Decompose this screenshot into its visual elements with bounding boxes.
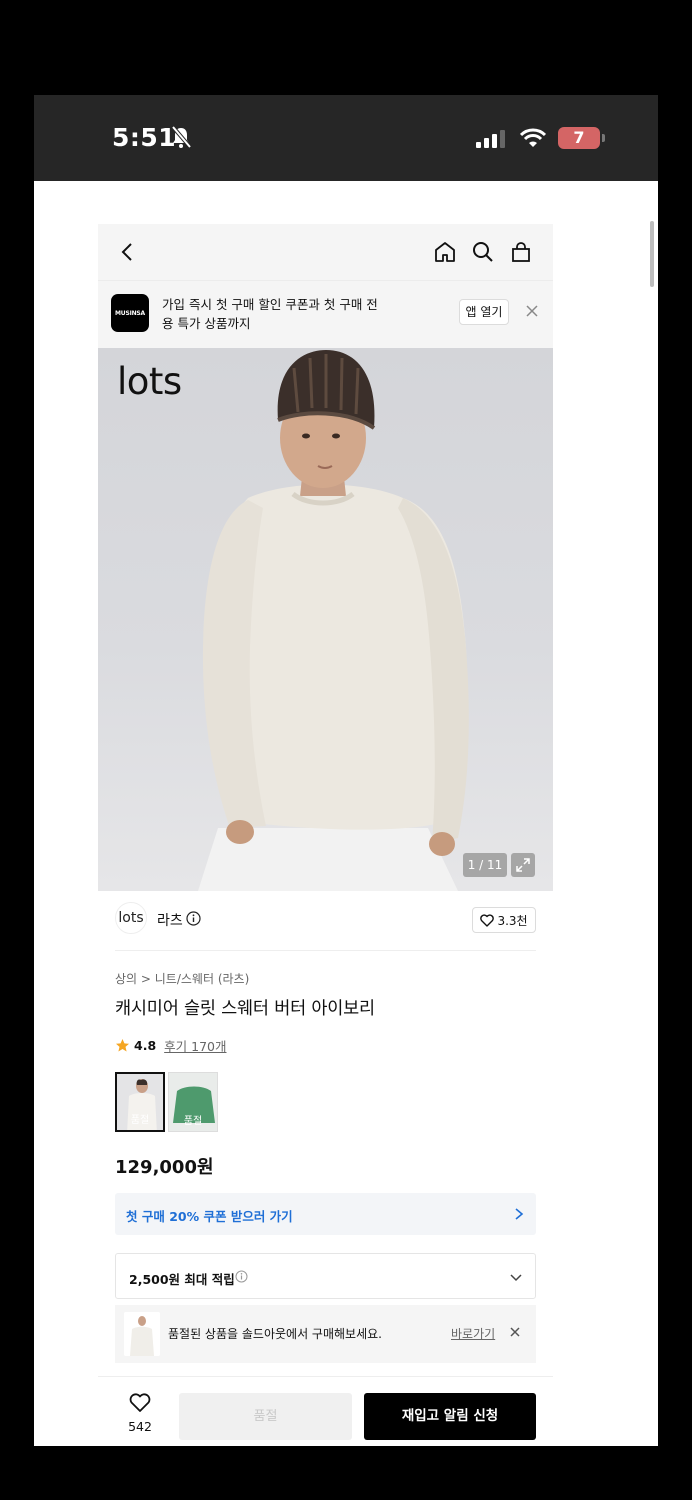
musinsa-logo: MUSINSA xyxy=(111,294,149,332)
banner-close-button[interactable] xyxy=(523,302,541,320)
chevron-left-icon xyxy=(121,243,132,261)
brand-like-count: 3.3천 xyxy=(497,913,528,928)
product-price: 129,000원 xyxy=(115,1157,214,1178)
bottom-action-bar: 542 품절 재입고 알림 신청 xyxy=(98,1376,553,1446)
close-icon xyxy=(526,305,538,317)
points-text: 2,500원 최대 적립 xyxy=(129,1272,235,1287)
reviews-link[interactable]: 후기 170개 xyxy=(164,1036,226,1055)
search-button[interactable] xyxy=(469,238,497,266)
soldout-text: 품절된 상품을 솔드아웃에서 구매해보세요. xyxy=(168,1327,382,1341)
restock-alert-button[interactable]: 재입고 알림 신청 xyxy=(364,1393,536,1440)
info-icon[interactable] xyxy=(186,911,201,926)
expand-image-button[interactable] xyxy=(511,853,535,877)
brand-logo[interactable]: lots xyxy=(115,902,147,934)
color-swatch-ivory[interactable]: 품절 xyxy=(115,1072,165,1132)
open-app-button[interactable]: 앱 열기 xyxy=(459,299,509,325)
soldout-notice: 품절된 상품을 솔드아웃에서 구매해보세요. 바로가기 xyxy=(115,1305,536,1363)
shopping-bag-icon xyxy=(512,242,530,262)
coupon-text: 첫 구매 20% 쿠폰 받으러 가기 xyxy=(126,1209,293,1224)
bell-muted-icon xyxy=(171,125,192,149)
status-bar: 5:51 7 xyxy=(34,95,658,181)
home-button[interactable] xyxy=(431,238,459,266)
product-photo xyxy=(198,350,469,891)
image-counter: 1 / 11 xyxy=(463,853,507,877)
signal-icon xyxy=(476,130,505,148)
product-title: 캐시미어 슬릿 스웨터 버터 아이보리 xyxy=(115,999,375,1019)
brand-like-button[interactable]: 3.3천 xyxy=(472,907,536,933)
status-time: 5:51 xyxy=(112,123,177,152)
cart-button[interactable] xyxy=(507,238,535,266)
info-icon[interactable] xyxy=(235,1270,248,1283)
wifi-icon xyxy=(520,128,546,147)
color-swatch-green[interactable]: 품절 xyxy=(168,1072,218,1132)
points-dropdown[interactable]: 2,500원 최대 적립 xyxy=(115,1253,536,1299)
brand-name[interactable]: 라츠 xyxy=(157,910,183,930)
product-like-count: 542 xyxy=(128,1419,152,1434)
chevron-down-icon xyxy=(510,1274,522,1282)
soldout-product-thumbnail xyxy=(124,1312,160,1356)
heart-icon xyxy=(480,913,495,927)
hero-brand-text: lots xyxy=(117,360,182,403)
banner-text: 가입 즉시 첫 구매 할인 쿠폰과 첫 구매 전용 특가 상품까지 xyxy=(162,297,378,331)
rating-score: 4.8 xyxy=(134,1038,157,1053)
category-breadcrumb[interactable]: 상의 > 니트/스웨터 (라츠) xyxy=(115,970,249,987)
product-image-carousel[interactable]: lots 1 / 11 xyxy=(98,348,553,891)
swatch-status: 품절 xyxy=(130,1115,150,1126)
back-button[interactable] xyxy=(114,238,142,266)
first-purchase-coupon-banner[interactable]: 첫 구매 20% 쿠폰 받으러 가기 xyxy=(115,1193,536,1235)
soldout-link[interactable]: 바로가기 xyxy=(451,1325,495,1342)
scrollbar[interactable] xyxy=(650,221,654,287)
product-like-button[interactable]: 542 xyxy=(120,1393,160,1434)
app-install-banner: MUSINSA 가입 즉시 첫 구매 할인 쿠폰과 첫 구매 전용 특가 상품까… xyxy=(98,280,553,348)
browser-viewport: MUSINSA 가입 즉시 첫 구매 할인 쿠폰과 첫 구매 전용 특가 상품까… xyxy=(34,181,658,1446)
brand-row: lots 라츠 3.3천 xyxy=(115,891,536,951)
top-navigation xyxy=(98,224,553,280)
chevron-right-icon xyxy=(515,1208,524,1220)
soldout-button: 품절 xyxy=(179,1393,352,1440)
star-icon xyxy=(116,1039,129,1052)
rating-row: 4.8 후기 170개 xyxy=(115,1036,227,1055)
home-icon xyxy=(435,242,455,262)
product-info: lots 라츠 3.3천 상의 > 니트/스웨터 (라츠) 캐시미어 슬릿 스웨… xyxy=(98,891,553,1363)
search-icon xyxy=(473,242,493,262)
heart-icon xyxy=(129,1393,151,1412)
close-icon[interactable] xyxy=(508,1325,522,1339)
product-page: MUSINSA 가입 즉시 첫 구매 할인 쿠폰과 첫 구매 전용 특가 상품까… xyxy=(98,224,553,1363)
expand-icon xyxy=(516,858,530,872)
battery-icon: 7 xyxy=(558,127,605,149)
swatch-status: 품절 xyxy=(183,1116,203,1127)
